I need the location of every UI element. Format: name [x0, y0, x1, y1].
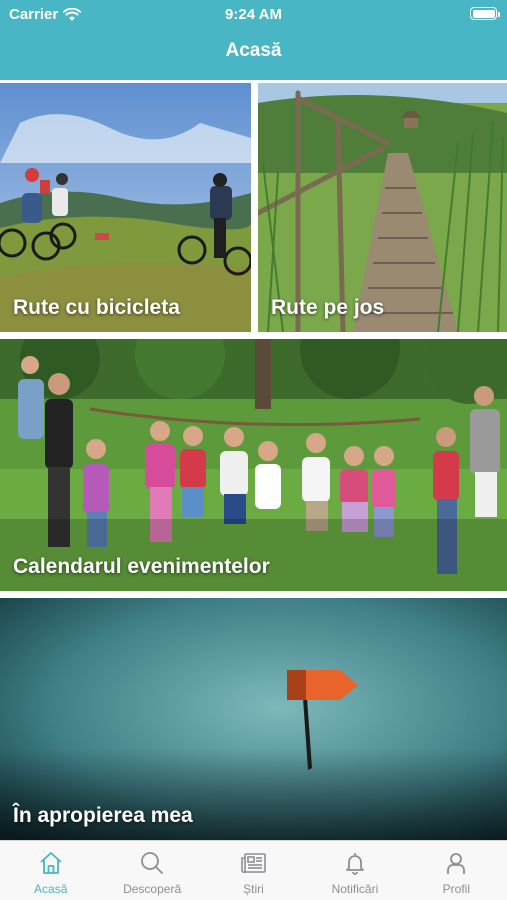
tab-label: Descoperă [123, 882, 182, 896]
navigation-header: Carrier 9:24 AM Acasă [0, 0, 507, 80]
search-icon [141, 852, 164, 874]
wooden-boardwalk-image [258, 83, 507, 332]
page-title: Acasă [225, 40, 282, 61]
tile-label: În apropierea mea [13, 804, 193, 827]
tab-label: Știri [243, 882, 264, 896]
tile-events-calendar[interactable]: Calendarul evenimentelor [0, 339, 507, 591]
tab-label: Profil [442, 882, 470, 896]
tab-notifications[interactable]: Notificări [304, 841, 405, 900]
newspaper-icon [240, 853, 266, 874]
tile-bike-routes[interactable]: Rute cu bicicleta [0, 83, 251, 332]
tile-label: Rute cu bicicleta [13, 296, 180, 319]
home-icon [40, 852, 62, 874]
battery-icon [470, 7, 500, 20]
tab-home[interactable]: Acasă [0, 841, 101, 900]
tab-label: Acasă [34, 882, 68, 896]
mountain-bikers-image [0, 83, 251, 332]
tile-nearby[interactable]: În apropierea mea [0, 598, 507, 840]
tab-bar: Acasă Descoperă Știri Notificări Profil [0, 840, 507, 900]
status-time: 9:24 AM [225, 6, 282, 23]
tile-label: Rute pe jos [271, 296, 385, 319]
tab-discover[interactable]: Descoperă [101, 841, 202, 900]
status-bar: Carrier 9:24 AM [0, 0, 507, 28]
bell-icon [346, 853, 364, 875]
tile-walking-routes[interactable]: Rute pe jos [258, 83, 507, 332]
children-playing-outdoors-image [0, 339, 507, 591]
tile-label: Calendarul evenimentelor [13, 555, 270, 578]
tab-news[interactable]: Știri [203, 841, 304, 900]
person-icon [447, 853, 466, 874]
tab-label: Notificări [331, 882, 379, 896]
tab-profile[interactable]: Profil [406, 841, 507, 900]
